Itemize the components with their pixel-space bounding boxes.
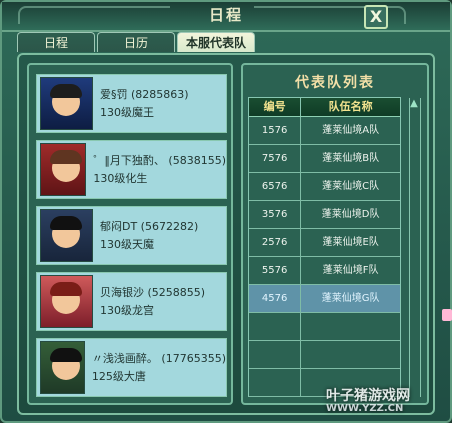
- tab-server-representatives-label: 本服代表队: [185, 36, 246, 50]
- team-id: 1576: [249, 117, 302, 144]
- table-row[interactable]: 3576 蓬莱仙境D队: [249, 201, 400, 229]
- team-id: 6576: [249, 173, 302, 200]
- team-name: 蓬莱仙境C队: [322, 181, 380, 192]
- team-list-table: 编号 队伍名称 1576 蓬莱仙境A队 7576 蓬莱仙境B队 6576 蓬莱仙…: [248, 97, 401, 397]
- tab-calendar-label: 日历: [123, 36, 148, 50]
- member-card[interactable]: 郁闷DT (5672282) 130级天魔: [36, 206, 227, 265]
- tab-calendar[interactable]: 日历: [97, 32, 175, 52]
- member-level-class: 125级大唐: [91, 369, 146, 383]
- member-card[interactable]: 爱§罚 (8285863) 130级魔王: [36, 74, 227, 133]
- header-id: 编号: [249, 98, 302, 116]
- member-card[interactable]: 贝海银沙 (5258855) 130级龙宫: [36, 272, 227, 331]
- team-name: 蓬莱仙境E队: [322, 237, 379, 248]
- title-bar: 日程 X: [2, 2, 450, 32]
- representative-team-list-panel: 代表队列表 编号 队伍名称 1576 蓬莱仙境A队 7576 蓬莱仙境B队 65…: [241, 63, 429, 405]
- table-row[interactable]: 7576 蓬莱仙境B队: [249, 145, 400, 173]
- table-row-empty: [249, 341, 400, 369]
- team-name: 蓬莱仙境D队: [321, 209, 380, 220]
- table-row[interactable]: 1576 蓬莱仙境A队: [249, 117, 400, 145]
- table-row[interactable]: 5576 蓬莱仙境F队: [249, 257, 400, 285]
- team-name: 蓬莱仙境B队: [322, 153, 380, 164]
- close-icon: X: [369, 7, 383, 26]
- member-name: ゜‖月下独酌、 (5838155): [93, 153, 226, 167]
- content-frame: 爱§罚 (8285863) 130级魔王 ゜‖月下独酌、 (5838155) 1…: [17, 53, 435, 415]
- member-name: 爱§罚 (8285863): [100, 87, 189, 101]
- member-avatar: [40, 275, 93, 328]
- team-name: 蓬莱仙境A队: [322, 125, 380, 136]
- member-info: 郁闷DT (5672282) 130级天魔: [100, 218, 198, 254]
- member-name: 贝海银沙 (5258855): [100, 285, 206, 299]
- watermark-brand: 叶子猪游戏网: [326, 388, 410, 404]
- member-info: 爱§罚 (8285863) 130级魔王: [100, 86, 189, 122]
- team-id: 5576: [249, 257, 302, 284]
- scroll-up-icon[interactable]: ▲: [408, 99, 420, 109]
- watermark-logo: 叶子猪游戏网 WWW.YZZ.CN: [326, 385, 442, 414]
- member-level-class: 130级化生: [93, 171, 148, 185]
- member-info: ゜‖月下独酌、 (5838155) 130级化生: [93, 152, 226, 188]
- tab-server-representatives[interactable]: 本服代表队: [177, 32, 255, 52]
- close-button[interactable]: X: [364, 5, 388, 29]
- team-name: 蓬莱仙境G队: [321, 293, 380, 304]
- flower-icon: [442, 309, 452, 321]
- member-info: 〃浅浅画醉。 (17765355) 125级大唐: [92, 350, 226, 386]
- tab-schedule-label: 日程: [43, 36, 68, 50]
- team-id: 3576: [249, 201, 302, 228]
- schedule-window: 日程 X 日程 日历 本服代表队 爱§罚 (8285863) 130级魔王 ゜‖…: [0, 0, 452, 423]
- team-list-header: 编号 队伍名称: [249, 98, 400, 117]
- member-name: 郁闷DT (5672282): [100, 219, 199, 233]
- table-row-empty: [249, 313, 400, 341]
- team-name: 蓬莱仙境F队: [322, 265, 379, 276]
- member-info: 贝海银沙 (5258855) 130级龙宫: [100, 284, 205, 320]
- team-id: 4576: [249, 285, 302, 312]
- tab-schedule[interactable]: 日程: [17, 32, 95, 52]
- team-list-title: 代表队列表: [295, 75, 375, 91]
- member-avatar: [40, 77, 93, 130]
- member-level-class: 130级魔王: [100, 105, 154, 119]
- table-row[interactable]: 6576 蓬莱仙境C队: [249, 173, 400, 201]
- team-list-scrollbar[interactable]: ▲: [409, 98, 421, 397]
- member-card[interactable]: ゜‖月下独酌、 (5838155) 130级化生: [36, 140, 227, 199]
- team-id: 7576: [249, 145, 302, 172]
- team-id: 2576: [249, 229, 302, 256]
- watermark-url: WWW.YZZ.CN: [326, 403, 404, 414]
- member-avatar: [40, 209, 93, 262]
- member-level-class: 130级龙宫: [100, 303, 154, 317]
- member-card[interactable]: 〃浅浅画醉。 (17765355) 125级大唐: [36, 338, 227, 397]
- member-avatar: [40, 341, 85, 394]
- table-row[interactable]: 2576 蓬莱仙境E队: [249, 229, 400, 257]
- member-avatar: [40, 143, 87, 196]
- team-members-panel: 爱§罚 (8285863) 130级魔王 ゜‖月下独酌、 (5838155) 1…: [27, 63, 233, 405]
- member-name: 〃浅浅画醉。 (17765355): [91, 351, 226, 365]
- header-team-name: 队伍名称: [328, 100, 373, 113]
- member-level-class: 130级天魔: [100, 237, 154, 251]
- table-row-selected[interactable]: 4576 蓬莱仙境G队: [249, 285, 400, 313]
